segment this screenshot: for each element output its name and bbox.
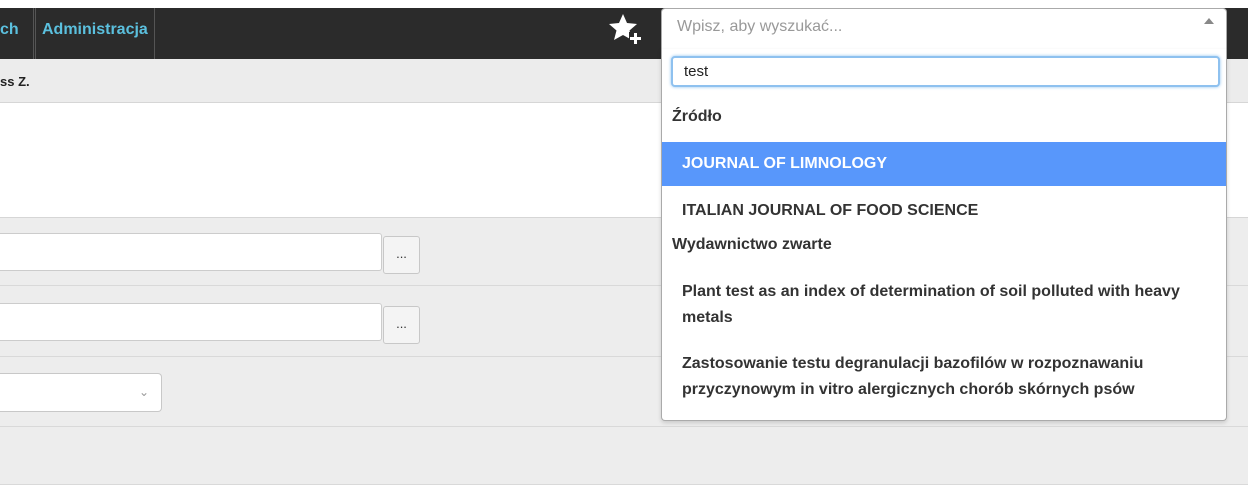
- browse-button-1-label: ...: [396, 246, 407, 261]
- results-list: Źródło JOURNAL OF LIMNOLOGY ITALIAN JOUR…: [662, 96, 1226, 417]
- text-field-1[interactable]: [0, 233, 382, 271]
- caret-up-icon: [1204, 18, 1214, 24]
- browse-button-2-label: ...: [396, 316, 407, 331]
- browse-button-2[interactable]: ...: [383, 306, 420, 344]
- form-row-4: [0, 427, 1248, 485]
- result-option[interactable]: ITALIAN JOURNAL OF FOOD SCIENCE: [662, 186, 1226, 236]
- nav-item-administration[interactable]: Administracja: [35, 8, 155, 59]
- result-option[interactable]: Zastosowanie testu degranulacji bazofiló…: [662, 345, 1226, 417]
- group-label-source: Źródło: [672, 108, 722, 125]
- nav-item-truncated[interactable]: ch: [0, 8, 34, 59]
- top-strip: [0, 0, 1248, 8]
- browse-button-1[interactable]: ...: [383, 236, 420, 274]
- nav-item-truncated-label: ch: [0, 21, 19, 38]
- search-combobox-placeholder: Wpisz, aby wyszukać...: [677, 18, 843, 35]
- search-combobox[interactable]: Wpisz, aby wyszukać...: [661, 8, 1227, 49]
- nav-item-administration-label: Administracja: [42, 21, 148, 38]
- star-plus-icon: [609, 14, 641, 44]
- group-label-monograph: Wydawnictwo zwarte: [672, 236, 832, 253]
- text-field-2[interactable]: [0, 303, 382, 341]
- result-option[interactable]: JOURNAL OF LIMNOLOGY: [662, 142, 1226, 186]
- search-input[interactable]: test: [671, 56, 1220, 87]
- result-option[interactable]: Plant test as an index of determination …: [662, 274, 1226, 345]
- user-name: ss Z.: [0, 74, 30, 89]
- select-field[interactable]: ⌄: [0, 373, 162, 412]
- add-favorite-button[interactable]: [605, 9, 645, 49]
- chevron-down-icon: ⌄: [138, 385, 149, 399]
- search-dropdown: test Źródło JOURNAL OF LIMNOLOGY ITALIAN…: [661, 49, 1227, 421]
